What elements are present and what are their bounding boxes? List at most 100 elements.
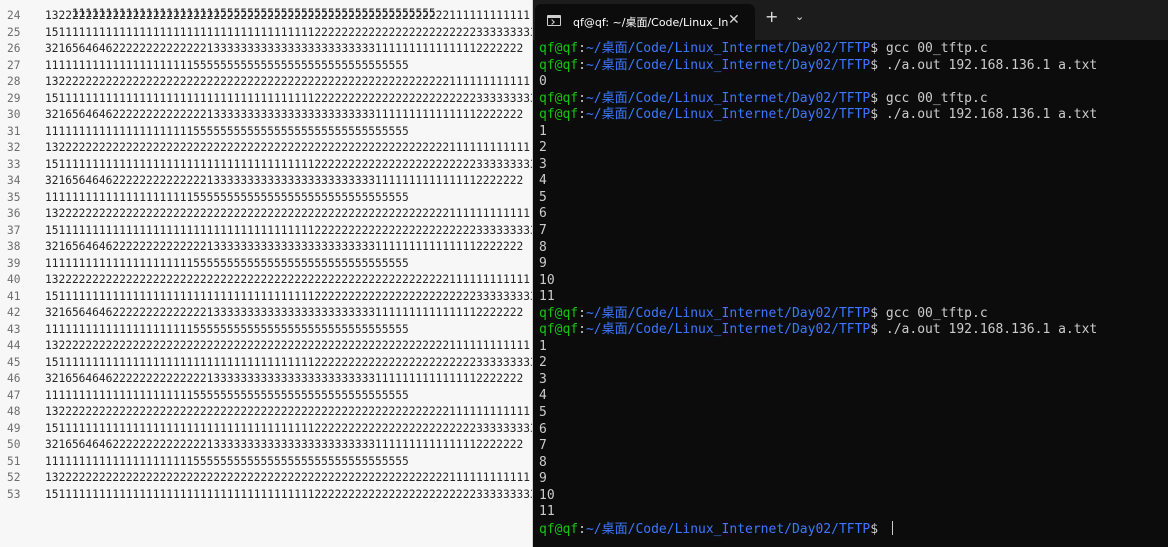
command-text: gcc 00_tftp.c — [885, 305, 988, 321]
editor-line: 47 11111111111111111111115555555555555555… — [0, 388, 409, 405]
terminal-icon — [547, 15, 561, 26]
prompt-separator: : — [578, 521, 586, 537]
output-line: 8 — [539, 455, 1164, 472]
line-text: 1111111111111111111111555555555555555555… — [45, 322, 409, 336]
line-number: 42 — [7, 306, 21, 319]
prompt-symbol: $ — [870, 322, 879, 338]
close-tab-icon[interactable]: ✕ — [728, 12, 740, 28]
output-line: 6 — [539, 206, 1164, 223]
output-line: 5 — [539, 405, 1164, 422]
line-number: 45 — [7, 355, 21, 369]
prompt-line: qf@qf:~/桌面/Code/Linux_Internet/Day02/TFT… — [539, 107, 1164, 124]
output-text: 6 — [539, 206, 547, 222]
prompt-symbol: $ — [870, 521, 879, 537]
text-editor[interactable]: 1111111111111111111111555555555555555555… — [0, 0, 534, 547]
output-text: 2 — [539, 355, 547, 371]
command-text: gcc 00_tftp.c — [885, 90, 988, 106]
line-number: 39 — [7, 256, 21, 270]
line-text: 3216564646222222222222221333333333333333… — [45, 42, 524, 55]
line-text: 1511111111111111111111111111111111111111… — [45, 487, 534, 501]
prompt-path: ~/桌面/Code/Linux_Internet/Day02/TFTP — [585, 57, 871, 73]
line-number: 46 — [7, 372, 21, 385]
line-text: 1511111111111111111111111111111111111111… — [45, 421, 534, 435]
output-text: 11 — [539, 504, 555, 520]
line-text: 1111111111111111111111555555555555555555… — [45, 454, 409, 468]
output-text: 3 — [539, 371, 547, 387]
line-number: 29 — [7, 91, 21, 105]
editor-line: 41 15111111111111111111111111111111111111… — [0, 289, 534, 306]
line-text: 1322222222222222222222222222222222222222… — [45, 471, 530, 484]
output-text: 8 — [539, 454, 547, 470]
editor-line: 45 15111111111111111111111111111111111111… — [0, 355, 534, 372]
line-text: 1111111111111111111111555555555555555555… — [45, 256, 409, 270]
line-number: 38 — [7, 240, 21, 253]
editor-line: 52 13222222222222222222222222222222222222… — [0, 470, 530, 487]
line-number: 52 — [7, 471, 21, 484]
line-text: 1322222222222222222222222222222222222222… — [45, 339, 530, 352]
line-number: 34 — [7, 174, 21, 187]
line-number: 44 — [7, 339, 21, 352]
prompt-path: ~/桌面/Code/Linux_Internet/Day02/TFTP — [585, 521, 871, 537]
prompt-path: ~/桌面/Code/Linux_Internet/Day02/TFTP — [585, 90, 871, 106]
output-text: 1 — [539, 123, 547, 139]
line-text: 1322222222222222222222222222222222222222… — [45, 75, 530, 88]
line-text: 1111111111111111111111555555555555555555… — [45, 124, 409, 138]
line-text: 1322222222222222222222222222222222222222… — [45, 207, 530, 220]
new-tab-button[interactable]: + — [765, 7, 778, 26]
prompt-path: ~/桌面/Code/Linux_Internet/Day02/TFTP — [585, 41, 871, 56]
prompt-line: qf@qf:~/桌面/Code/Linux_Internet/Day02/TFT… — [539, 322, 1164, 339]
line-number: 41 — [7, 289, 21, 303]
tab-dropdown-chevron-icon[interactable]: ⌄ — [795, 10, 804, 23]
line-number: 35 — [7, 190, 21, 204]
line-text: 3216564646222222222222221333333333333333… — [45, 438, 524, 451]
prompt-symbol: $ — [870, 90, 879, 106]
output-line: 11 — [539, 289, 1164, 306]
prompt-line: qf@qf:~/桌面/Code/Linux_Internet/Day02/TFT… — [539, 91, 1164, 108]
line-number: 28 — [7, 75, 21, 88]
output-line: 2 — [539, 355, 1164, 372]
editor-line: 24 13222222222222222222222222222222222222… — [0, 8, 530, 25]
output-text: 10 — [539, 272, 555, 288]
prompt-path: ~/桌面/Code/Linux_Internet/Day02/TFTP — [585, 107, 871, 123]
line-number: 48 — [7, 405, 21, 418]
output-line: 2 — [539, 140, 1164, 157]
prompt-separator: : — [578, 57, 586, 73]
line-number: 32 — [7, 141, 21, 154]
terminal-output[interactable]: qf@qf:~/桌面/Code/Linux_Internet/Day02/TFT… — [539, 41, 1164, 537]
output-text: 5 — [539, 405, 547, 421]
prompt-path: ~/桌面/Code/Linux_Internet/Day02/TFTP — [585, 305, 871, 321]
editor-line: 50 32165646462222222222222213333333333333… — [0, 437, 523, 454]
prompt-separator: : — [578, 322, 586, 338]
line-text: 3216564646222222222222221333333333333333… — [45, 372, 524, 385]
prompt-user: qf@qf — [539, 305, 579, 321]
prompt-symbol: $ — [870, 41, 879, 56]
line-text: 1322222222222222222222222222222222222222… — [45, 141, 530, 154]
output-text: 8 — [539, 239, 547, 255]
tab-title: qf@qf: ~/桌面/Code/Linux_In — [573, 16, 729, 29]
editor-partial-line: 1111111111111111111111555555555555555555… — [0, 0, 436, 20]
output-line: 1 — [539, 124, 1164, 141]
line-text: 1322222222222222222222222222222222222222… — [45, 273, 530, 286]
prompt-user: qf@qf — [539, 90, 579, 106]
prompt-symbol: $ — [870, 57, 879, 73]
text-cursor — [891, 520, 893, 535]
line-number: 40 — [7, 273, 21, 286]
output-text: 10 — [539, 487, 555, 503]
output-line: 9 — [539, 471, 1164, 488]
prompt-user: qf@qf — [539, 107, 579, 123]
editor-line: 34 32165646462222222222222213333333333333… — [0, 173, 523, 190]
line-number: 31 — [7, 124, 21, 138]
output-line: 4 — [539, 388, 1164, 405]
output-text: 1 — [539, 338, 547, 354]
prompt-line: qf@qf:~/桌面/Code/Linux_Internet/Day02/TFT… — [539, 306, 1164, 323]
prompt-line: qf@qf:~/桌面/Code/Linux_Internet/Day02/TFT… — [539, 58, 1164, 75]
line-text: 1511111111111111111111111111111111111111… — [45, 289, 534, 303]
terminal-window[interactable]: qf@qf: ~/桌面/Code/Linux_In ✕ + ⌄ qf@qf:~/… — [533, 0, 1168, 547]
output-text: 9 — [539, 471, 547, 487]
editor-line: 37 15111111111111111111111111111111111111… — [0, 223, 534, 240]
command-text: ./a.out 192.168.136.1 a.txt — [885, 57, 1098, 73]
terminal-tab[interactable]: qf@qf: ~/桌面/Code/Linux_In ✕ — [535, 4, 755, 40]
editor-line: 28 13222222222222222222222222222222222222… — [0, 74, 530, 91]
editor-line: 49 15111111111111111111111111111111111111… — [0, 421, 534, 438]
prompt-separator: : — [578, 41, 586, 56]
